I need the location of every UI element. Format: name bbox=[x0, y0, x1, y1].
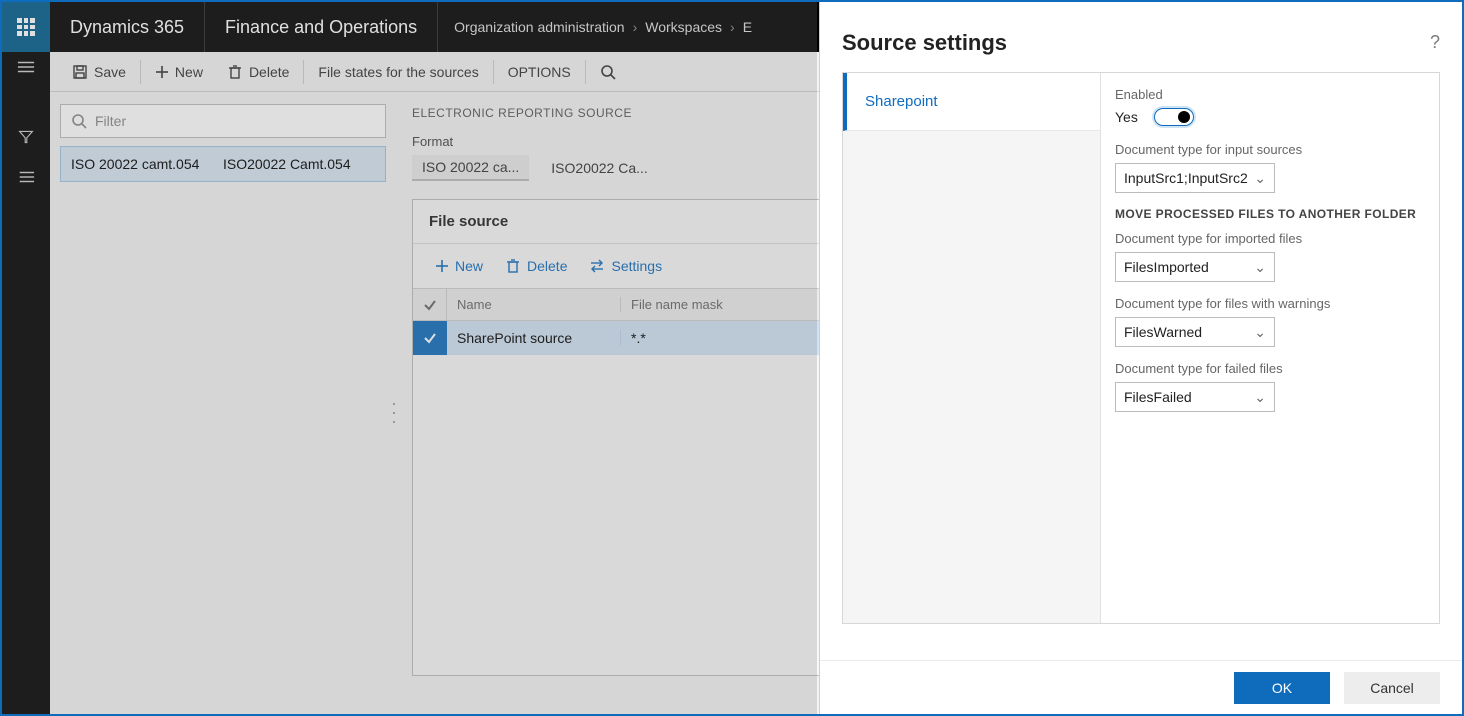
chevron-right-icon: › bbox=[633, 19, 638, 35]
new-label: New bbox=[175, 64, 203, 80]
imported-files-combo[interactable]: FilesImported ⌄ bbox=[1115, 252, 1275, 282]
chevron-down-icon: ⌄ bbox=[1254, 170, 1266, 187]
options-label: OPTIONS bbox=[508, 64, 571, 80]
move-files-section-header: MOVE PROCESSED FILES TO ANOTHER FOLDER bbox=[1115, 207, 1425, 221]
left-rail bbox=[2, 52, 50, 714]
panel-tab-list: Sharepoint bbox=[843, 73, 1101, 623]
delete-button[interactable]: Delete bbox=[215, 52, 301, 91]
panel-content-card: Sharepoint Enabled Yes Document type for… bbox=[842, 72, 1440, 624]
file-states-label: File states for the sources bbox=[318, 64, 478, 80]
check-icon bbox=[423, 331, 437, 345]
divider bbox=[493, 60, 494, 84]
breadcrumb-segment[interactable]: Organization administration bbox=[454, 19, 624, 35]
panel-footer: OK Cancel bbox=[820, 660, 1462, 714]
card-new-button[interactable]: New bbox=[425, 254, 493, 278]
breadcrumb[interactable]: Organization administration › Workspaces… bbox=[438, 2, 768, 52]
file-states-button[interactable]: File states for the sources bbox=[306, 52, 490, 91]
chevron-right-icon: › bbox=[730, 19, 735, 35]
format-value-text: ISO20022 Ca... bbox=[541, 155, 658, 181]
grid-row-check[interactable] bbox=[413, 321, 447, 355]
card-settings-label: Settings bbox=[611, 258, 662, 274]
input-sources-combo[interactable]: InputSrc1;InputSrc2 ⌄ bbox=[1115, 163, 1275, 193]
source-settings-panel: Source settings ? Sharepoint Enabled Yes… bbox=[819, 2, 1462, 714]
chevron-down-icon: ⌄ bbox=[1254, 324, 1266, 341]
card-delete-button[interactable]: Delete bbox=[495, 254, 577, 278]
waffle-icon bbox=[17, 18, 35, 36]
imported-files-value: FilesImported bbox=[1124, 259, 1209, 275]
list-icon[interactable] bbox=[16, 170, 36, 184]
toggle-knob-icon bbox=[1178, 111, 1190, 123]
swap-icon bbox=[589, 258, 605, 274]
enabled-label: Enabled bbox=[1115, 87, 1425, 102]
filter-placeholder: Filter bbox=[95, 113, 126, 129]
save-button[interactable]: Save bbox=[60, 52, 138, 91]
enabled-value-text: Yes bbox=[1115, 109, 1138, 125]
module-label: Finance and Operations bbox=[205, 2, 438, 52]
save-icon bbox=[72, 64, 88, 80]
grid-header-check[interactable] bbox=[413, 289, 447, 320]
cancel-button[interactable]: Cancel bbox=[1344, 672, 1440, 704]
warning-files-label: Document type for files with warnings bbox=[1115, 296, 1425, 311]
save-label: Save bbox=[94, 64, 126, 80]
panel-title: Source settings bbox=[842, 30, 1007, 56]
filter-input[interactable]: Filter bbox=[60, 104, 386, 138]
search-button[interactable] bbox=[588, 52, 628, 91]
divider bbox=[585, 60, 586, 84]
brand-label: Dynamics 365 bbox=[50, 2, 205, 52]
failed-files-combo[interactable]: FilesFailed ⌄ bbox=[1115, 382, 1275, 412]
card-new-label: New bbox=[455, 258, 483, 274]
input-sources-value: InputSrc1;InputSrc2 bbox=[1124, 170, 1248, 186]
help-icon[interactable]: ? bbox=[1430, 30, 1440, 53]
divider bbox=[303, 60, 304, 84]
list-item-id: ISO 20022 camt.054 bbox=[71, 156, 223, 172]
chevron-down-icon: ⌄ bbox=[1254, 389, 1266, 406]
new-button[interactable]: New bbox=[143, 52, 215, 91]
search-icon bbox=[600, 64, 616, 80]
failed-files-label: Document type for failed files bbox=[1115, 361, 1425, 376]
ok-button[interactable]: OK bbox=[1234, 672, 1330, 704]
hamburger-icon[interactable] bbox=[16, 60, 36, 74]
trash-icon bbox=[227, 64, 243, 80]
list-item[interactable]: ISO 20022 camt.054 ISO20022 Camt.054 bbox=[60, 146, 386, 182]
splitter-handle[interactable] bbox=[393, 403, 399, 423]
breadcrumb-segment[interactable]: E bbox=[743, 19, 752, 35]
plus-icon bbox=[155, 65, 169, 79]
filter-icon[interactable] bbox=[16, 130, 36, 144]
check-icon bbox=[423, 298, 437, 312]
list-item-name: ISO20022 Camt.054 bbox=[223, 156, 375, 172]
card-delete-label: Delete bbox=[527, 258, 567, 274]
format-value-chip[interactable]: ISO 20022 ca... bbox=[412, 155, 529, 181]
panel-form: Enabled Yes Document type for input sour… bbox=[1101, 73, 1439, 623]
delete-label: Delete bbox=[249, 64, 289, 80]
app-launcher-button[interactable] bbox=[2, 2, 50, 52]
input-sources-label: Document type for input sources bbox=[1115, 142, 1425, 157]
divider bbox=[140, 60, 141, 84]
options-button[interactable]: OPTIONS bbox=[496, 52, 583, 91]
plus-icon bbox=[435, 259, 449, 273]
tab-sharepoint[interactable]: Sharepoint bbox=[843, 73, 1100, 131]
breadcrumb-segment[interactable]: Workspaces bbox=[645, 19, 722, 35]
list-pane: Filter ISO 20022 camt.054 ISO20022 Camt.… bbox=[50, 92, 396, 714]
trash-icon bbox=[505, 258, 521, 274]
grid-cell-name[interactable]: SharePoint source bbox=[447, 330, 621, 346]
card-settings-button[interactable]: Settings bbox=[579, 254, 672, 278]
enabled-toggle[interactable] bbox=[1154, 108, 1194, 126]
warning-files-combo[interactable]: FilesWarned ⌄ bbox=[1115, 317, 1275, 347]
failed-files-value: FilesFailed bbox=[1124, 389, 1192, 405]
filter-search-icon bbox=[71, 113, 87, 129]
chevron-down-icon: ⌄ bbox=[1254, 259, 1266, 276]
warning-files-value: FilesWarned bbox=[1124, 324, 1202, 340]
imported-files-label: Document type for imported files bbox=[1115, 231, 1425, 246]
grid-header-name[interactable]: Name bbox=[447, 297, 621, 312]
